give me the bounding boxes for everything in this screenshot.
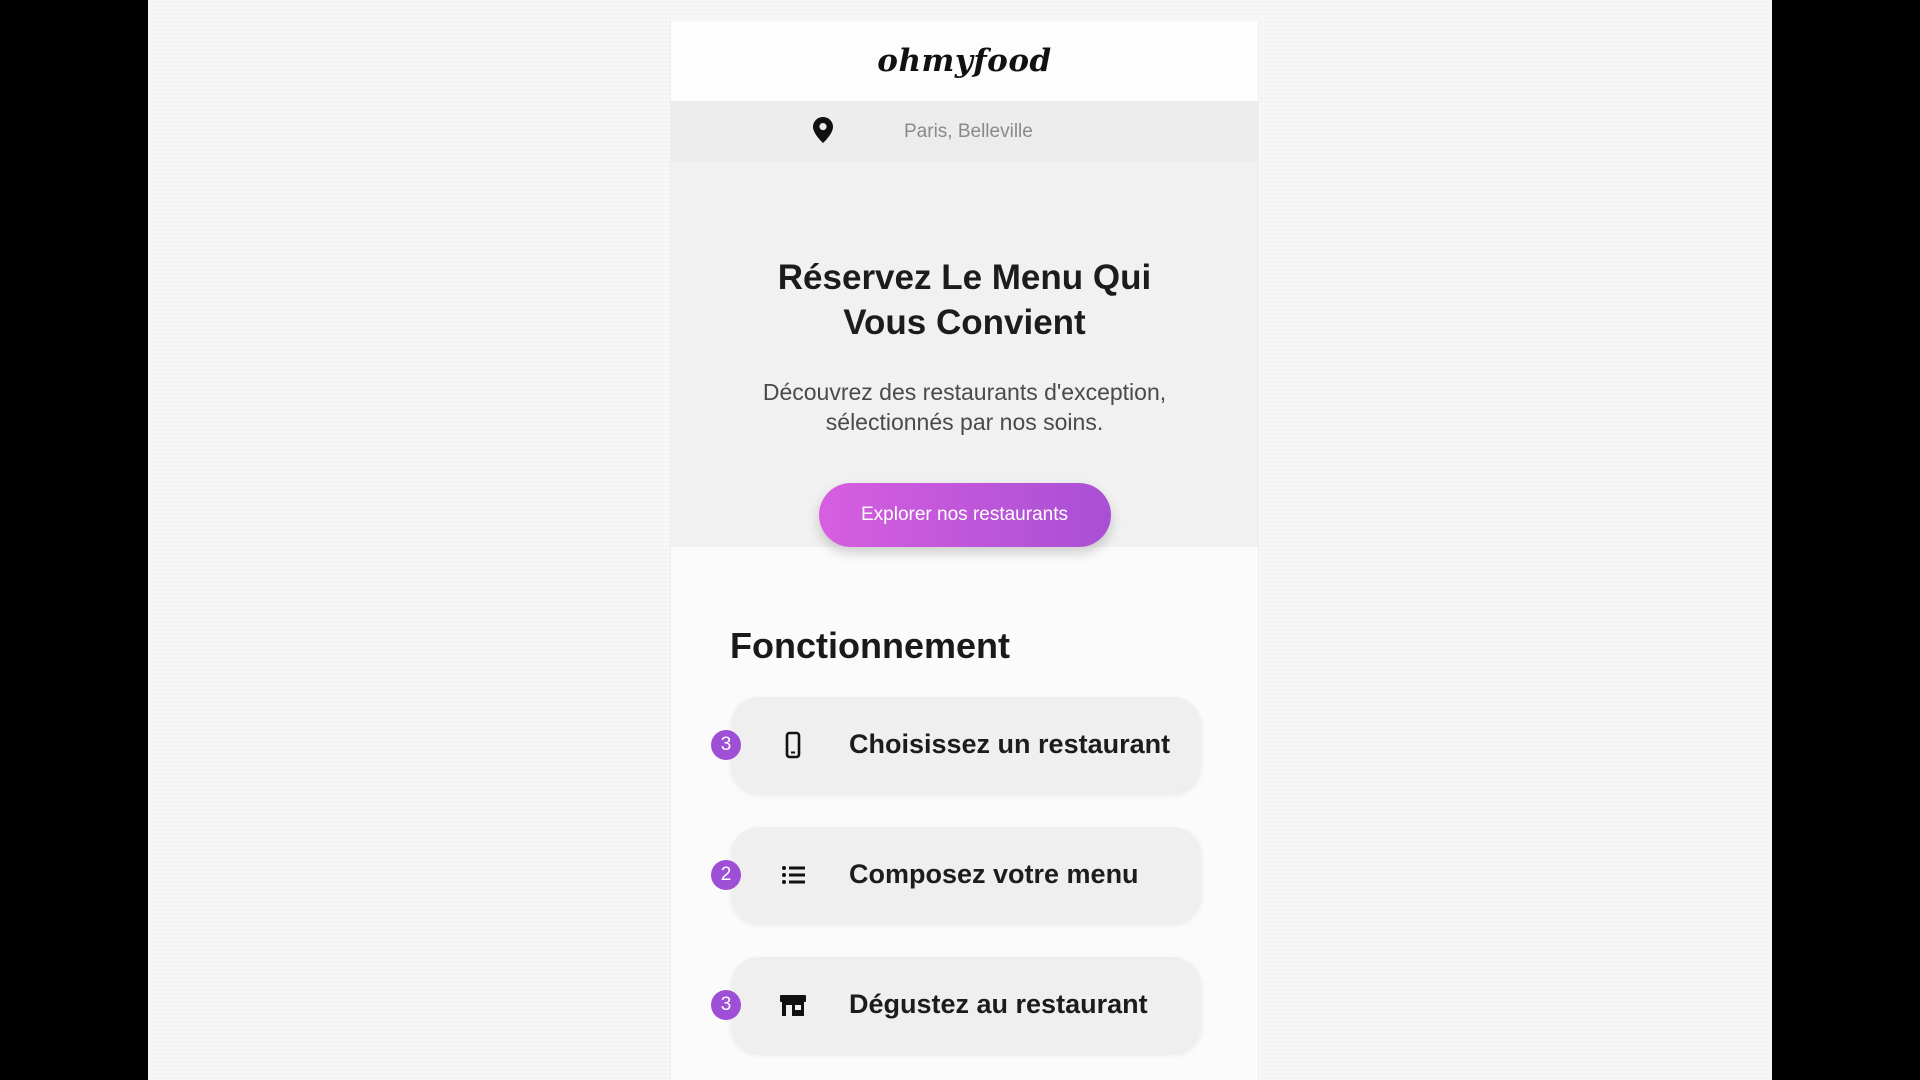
map-pin-icon	[813, 117, 833, 143]
step-label: Dégustez au restaurant	[849, 989, 1148, 1019]
site-header: ohmyfood	[671, 21, 1258, 101]
step-item-3: 3 Dégustez au restaurant	[671, 957, 1258, 1053]
step-item-1: 3 Choisissez un restaurant	[671, 697, 1258, 793]
location-text: Paris, Belleville	[904, 121, 1033, 142]
step-number-badge: 2	[711, 860, 741, 890]
hero-subtitle: Découvrez des restaurants d'exception, s…	[762, 379, 1167, 435]
step-label: Choisissez un restaurant	[849, 729, 1171, 759]
step-number-badge: 3	[711, 990, 741, 1020]
ohmyfood-logo[interactable]: ohmyfood	[877, 43, 1051, 79]
explore-restaurants-button[interactable]: Explorer nos restaurants	[818, 483, 1111, 547]
step-label: Composez votre menu	[849, 859, 1139, 889]
hero-title: Réservez Le Menu Qui Vous Convient	[777, 258, 1152, 342]
section-title: Fonctionnement	[730, 625, 1010, 666]
mobile-page: ohmyfood Paris, Belleville Réservez Le M…	[671, 21, 1258, 1080]
step-number-badge: 3	[711, 730, 741, 760]
page-backdrop: ohmyfood Paris, Belleville Réservez Le M…	[148, 0, 1772, 1080]
steps-list: 3 Choisissez un restaurant 2 Composez vo…	[671, 697, 1258, 1053]
list-icon	[779, 861, 807, 889]
store-icon	[779, 991, 807, 1019]
how-it-works-section: Fonctionnement 3 Choisissez un restauran…	[671, 547, 1258, 1053]
location-bar: Paris, Belleville	[671, 101, 1258, 161]
step-item-2: 2 Composez votre menu	[671, 827, 1258, 923]
hero-section: Réservez Le Menu Qui Vous Convient Décou…	[671, 161, 1258, 547]
phone-icon	[779, 731, 807, 759]
